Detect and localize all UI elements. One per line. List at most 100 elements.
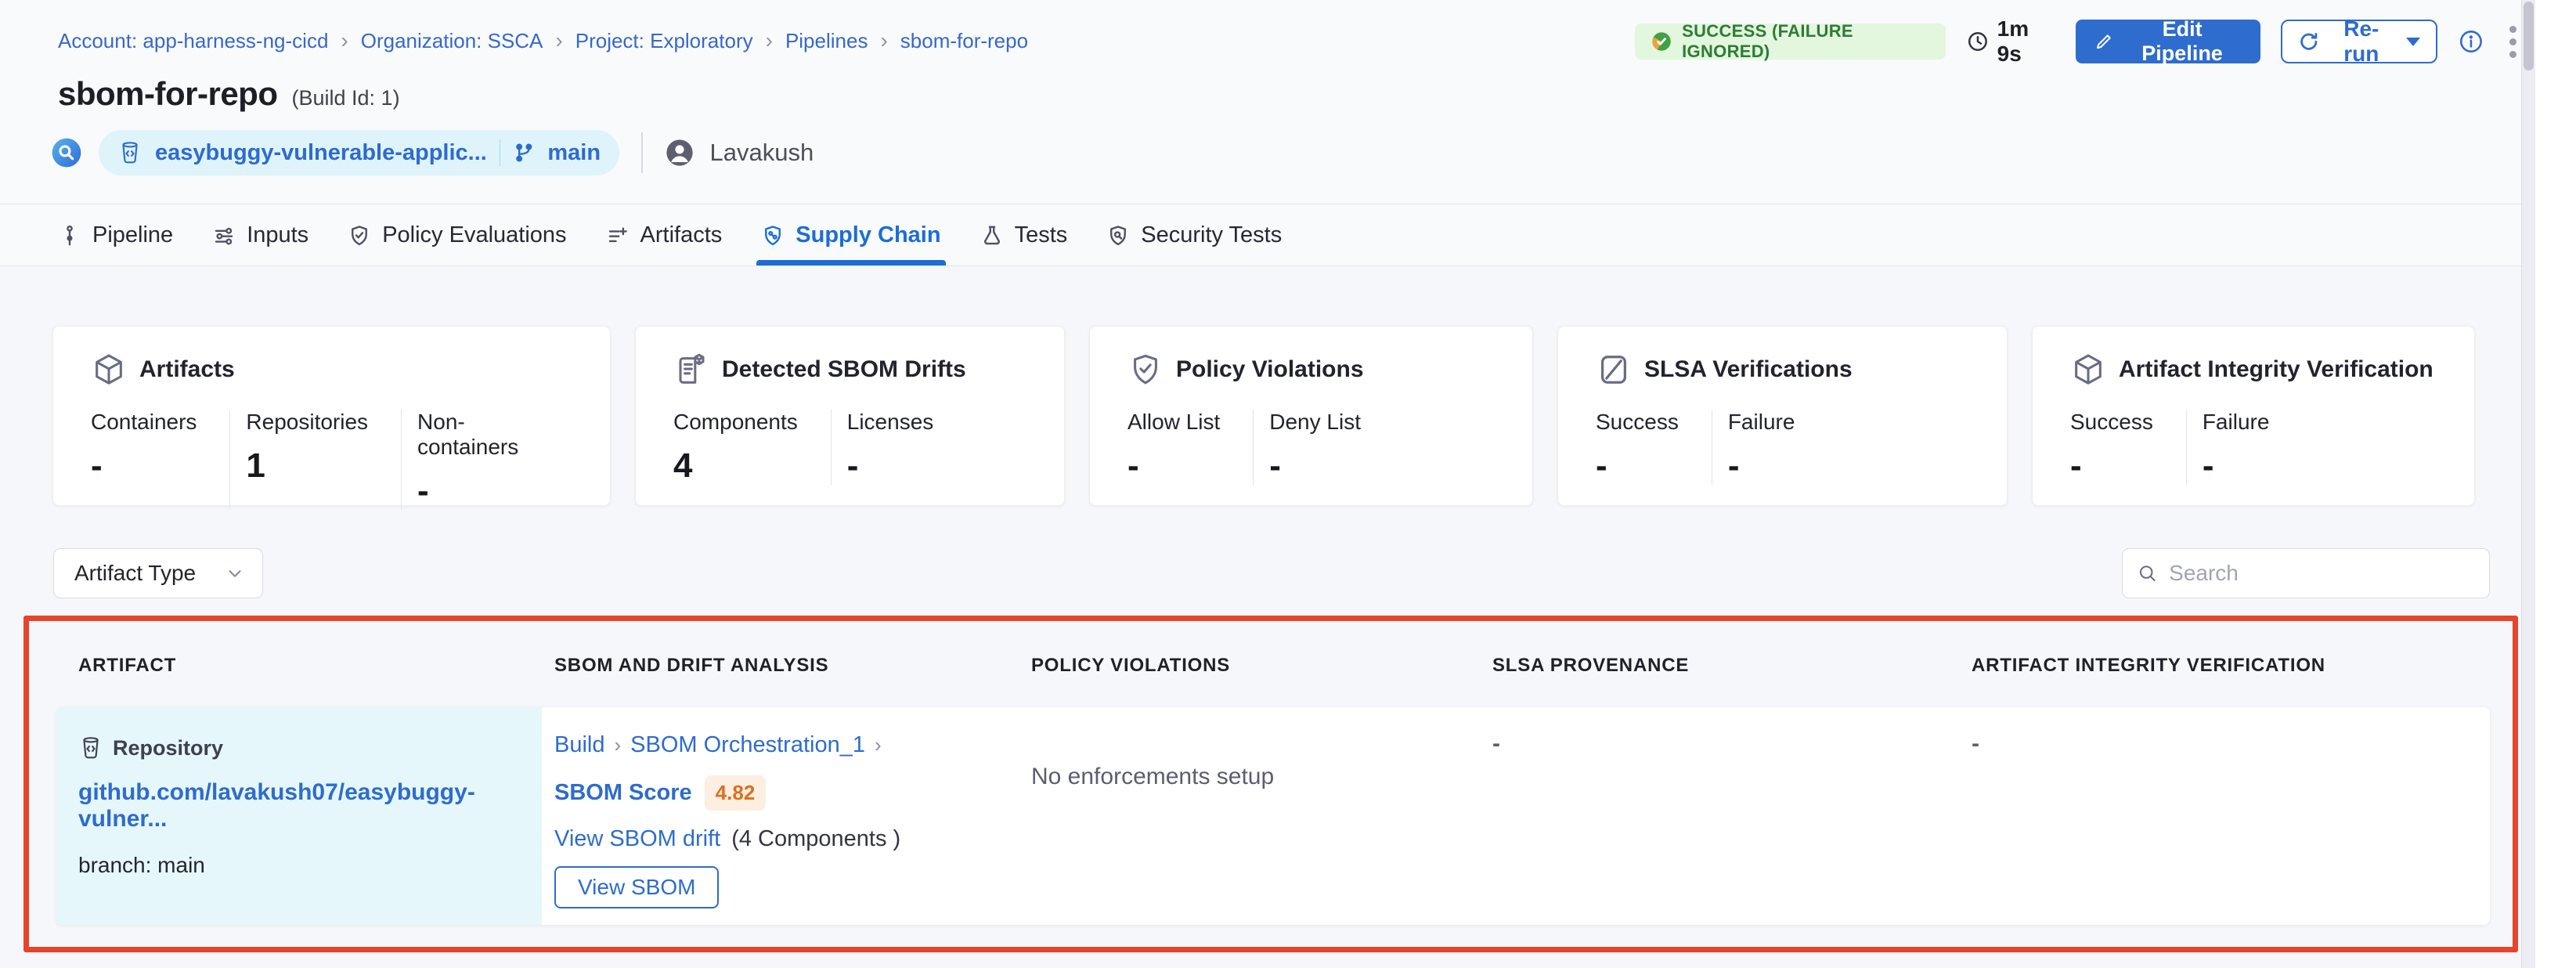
- drift-components-count: (4 Components ): [731, 826, 900, 852]
- breadcrumb-separator: ›: [875, 733, 882, 757]
- status-badge-label: SUCCESS (FAILURE IGNORED): [1682, 21, 1930, 62]
- card-sbom-drifts: Detected SBOM Drifts Components 4 Licens…: [635, 326, 1065, 506]
- harness-execution-page: Account: app-harness-ng-cicd › Organizat…: [0, 0, 2576, 968]
- column-sbom-drift: SBOM AND DRIFT ANALYSIS: [542, 655, 1031, 677]
- stat-allow-list: Allow List -: [1127, 410, 1253, 485]
- pill-divider: [500, 139, 501, 166]
- column-artifact-integrity: ARTIFACT INTEGRITY VERIFICATION: [1972, 655, 2490, 677]
- breadcrumb-organization[interactable]: Organization: SSCA: [361, 29, 543, 53]
- repo-name[interactable]: easybuggy-vulnerable-applic...: [155, 140, 487, 166]
- pencil-icon: [2094, 31, 2113, 52]
- tab-supply-chain[interactable]: Supply Chain: [761, 205, 940, 265]
- sbom-cell: Build › SBOM Orchestration_1 › SBOM Scor…: [542, 707, 1031, 925]
- security-tests-icon: [1106, 224, 1130, 247]
- edit-pipeline-button[interactable]: Edit Pipeline: [2076, 20, 2260, 63]
- stat-repositories: Repositories 1: [229, 410, 401, 510]
- shield-check-icon: [1127, 352, 1164, 388]
- summary-cards: Artifacts Containers - Repositories 1 No…: [52, 326, 2475, 506]
- success-ignored-icon: [1651, 30, 1672, 53]
- sbom-score-link[interactable]: SBOM Score: [554, 780, 692, 806]
- branch-name[interactable]: main: [547, 140, 601, 166]
- column-slsa-provenance: SLSA PROVENANCE: [1492, 655, 1972, 677]
- tab-tests[interactable]: Tests: [980, 205, 1068, 265]
- repo-pill[interactable]: easybuggy-vulnerable-applic... main: [99, 130, 619, 175]
- repository-icon: [117, 140, 143, 165]
- card-artifacts: Artifacts Containers - Repositories 1 No…: [52, 326, 611, 506]
- page-title: sbom-for-repo: [58, 75, 278, 113]
- breadcrumb-current-pipeline[interactable]: sbom-for-repo: [900, 29, 1028, 53]
- stat-slsa-success: Success -: [1596, 410, 1712, 485]
- tab-inputs[interactable]: Inputs: [212, 205, 308, 265]
- repository-icon: [78, 735, 103, 760]
- slsa-provenance-cell: -: [1492, 707, 1972, 925]
- breadcrumb-separator: ›: [880, 28, 887, 53]
- search-box: [2122, 548, 2490, 598]
- card-slsa-verifications: SLSA Verifications Success - Failure -: [1557, 326, 2008, 506]
- status-badge: SUCCESS (FAILURE IGNORED): [1635, 23, 1946, 60]
- breadcrumb-separator: ›: [555, 28, 562, 53]
- table-row: Repository github.com/lavakush07/easybug…: [56, 707, 2490, 925]
- build-id-label: (Build Id: 1): [292, 86, 400, 110]
- clock-icon: [1966, 29, 1990, 54]
- avatar-icon: [665, 138, 695, 168]
- sbom-breadcrumb: Build › SBOM Orchestration_1 ›: [554, 732, 1031, 758]
- tab-artifacts[interactable]: Artifacts: [606, 205, 723, 265]
- window-margin: [2535, 0, 2576, 968]
- supply-chain-icon: [761, 224, 785, 247]
- view-sbom-drift-link[interactable]: View SBOM drift: [554, 826, 720, 852]
- artifact-repo-link[interactable]: github.com/lavakush07/easybuggy-vulner..…: [78, 779, 520, 833]
- sbom-score-badge: 4.82: [705, 775, 767, 811]
- tests-icon: [980, 224, 1004, 247]
- stat-integrity-success: Success -: [2070, 410, 2186, 485]
- execution-tabbar: Pipeline Inputs Policy Evaluations: [0, 205, 2521, 266]
- sbom-scroll-icon: [673, 352, 709, 388]
- meta-divider: [641, 132, 643, 173]
- stat-non-containers: Non-containers -: [401, 410, 575, 510]
- artifact-type-chip: Repository: [78, 735, 520, 760]
- webhook-trigger-icon: [50, 136, 83, 169]
- kebab-menu-icon[interactable]: [2505, 21, 2521, 63]
- breadcrumb-account[interactable]: Account: app-harness-ng-cicd: [58, 29, 328, 53]
- stat-containers: Containers -: [91, 410, 229, 510]
- chevron-down-icon: [2406, 38, 2420, 46]
- rerun-button[interactable]: Re-run: [2281, 20, 2437, 63]
- tab-security-tests[interactable]: Security Tests: [1106, 205, 1282, 265]
- artifact-type-select[interactable]: Artifact Type: [53, 548, 263, 598]
- stage-link[interactable]: SBOM Orchestration_1: [630, 732, 865, 758]
- chevron-down-icon: [225, 563, 245, 583]
- breadcrumb-project[interactable]: Project: Exploratory: [575, 29, 753, 53]
- refresh-icon: [2298, 30, 2320, 53]
- scrollbar-track[interactable]: [2521, 0, 2535, 968]
- tab-policy-evaluations[interactable]: Policy Evaluations: [348, 205, 566, 265]
- card-artifact-integrity: Artifact Integrity Verification Success …: [2032, 326, 2475, 506]
- sbom-drift-row: View SBOM drift (4 Components ): [554, 826, 1031, 852]
- duration-value: 1m 9s: [1997, 16, 2055, 67]
- info-icon[interactable]: [2458, 27, 2484, 56]
- artifacts-table-header: ARTIFACT SBOM AND DRIFT ANALYSIS POLICY …: [56, 655, 2490, 677]
- column-policy-violations: POLICY VIOLATIONS: [1031, 655, 1492, 677]
- tab-pipeline[interactable]: Pipeline: [58, 205, 173, 265]
- build-link[interactable]: Build: [554, 732, 605, 758]
- title-row: sbom-for-repo (Build Id: 1): [58, 75, 400, 113]
- artifact-cell: Repository github.com/lavakush07/easybug…: [56, 707, 542, 925]
- cube-icon: [2070, 352, 2106, 388]
- view-sbom-button[interactable]: View SBOM: [554, 866, 719, 908]
- policy-evaluations-icon: [348, 224, 371, 247]
- breadcrumb-pipelines[interactable]: Pipelines: [785, 29, 868, 53]
- cube-icon: [91, 352, 127, 388]
- execution-meta-row: easybuggy-vulnerable-applic... main Lava…: [50, 130, 814, 175]
- breadcrumb-separator: ›: [615, 733, 622, 757]
- page-header: Account: app-harness-ng-cicd › Organizat…: [0, 0, 2521, 204]
- breadcrumb-separator: ›: [341, 28, 348, 53]
- search-input[interactable]: [2169, 561, 2475, 586]
- policy-violations-cell: No enforcements setup: [1031, 707, 1492, 925]
- slsa-icon: [1596, 352, 1632, 388]
- stat-components: Components 4: [673, 410, 831, 485]
- artifacts-icon: [606, 224, 630, 247]
- search-icon: [2137, 562, 2158, 585]
- stat-slsa-failure: Failure -: [1712, 410, 1828, 485]
- scrollbar-thumb[interactable]: [2524, 2, 2534, 70]
- pipeline-icon: [58, 224, 81, 247]
- stat-integrity-failure: Failure -: [2186, 410, 2303, 485]
- git-branch-icon: [513, 142, 535, 164]
